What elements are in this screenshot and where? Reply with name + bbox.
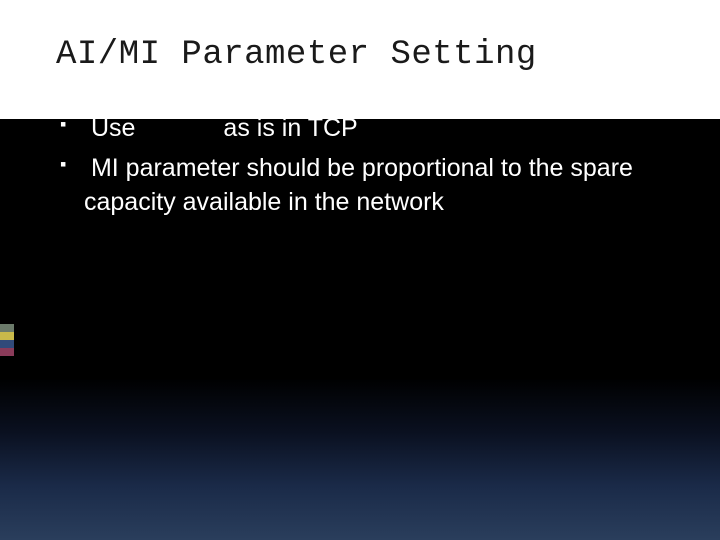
accent-color-3 [0, 340, 14, 348]
bullet-text: Use as is in TCP [91, 114, 358, 142]
accent-color-2 [0, 332, 14, 340]
bullet-pre: Use [91, 114, 135, 142]
accent-stripe [0, 324, 14, 356]
bullet-post: as is in TCP [223, 114, 357, 142]
slide: AI/MI Parameter Setting ▪ Use as is in TC… [0, 0, 720, 540]
accent-color-1 [0, 324, 14, 332]
accent-color-4 [0, 348, 14, 356]
bullet-item: ▪ Useas is in TCP [84, 112, 660, 146]
bullet-marker-icon: ▪ [60, 112, 84, 136]
bullet-text: MI parameter should be proportional to t… [84, 154, 633, 216]
slide-title: AI/MI Parameter Setting [0, 0, 720, 74]
bullet-marker-icon: ▪ [60, 152, 84, 176]
bullet-item: ▪ MI parameter should be proportional to… [84, 152, 660, 220]
slide-body: ▪ Use as is in TCP ▪ MI parameter should … [0, 74, 720, 219]
